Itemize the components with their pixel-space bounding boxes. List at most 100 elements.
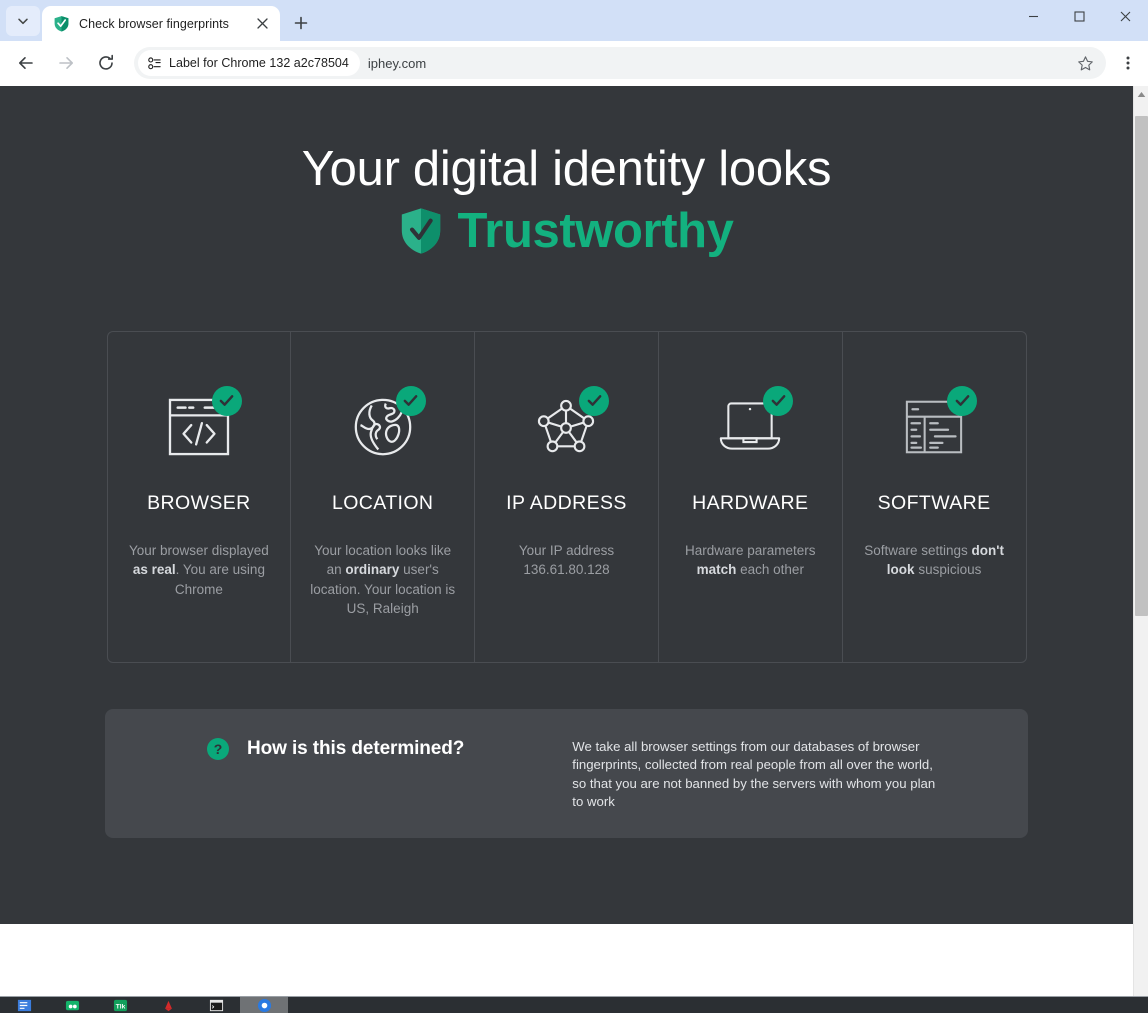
minimize-icon	[1028, 15, 1038, 17]
card-icon-wrap	[520, 385, 612, 464]
status-badge	[395, 385, 426, 416]
window-close-button[interactable]	[1102, 0, 1148, 32]
card-icon-wrap	[704, 385, 796, 464]
back-button[interactable]	[10, 47, 42, 79]
taskbar-item-tlk[interactable]: Tlk	[96, 997, 144, 1013]
svg-text:Tlk: Tlk	[115, 1003, 125, 1010]
page-bottom-area	[0, 924, 1133, 996]
maximize-button[interactable]	[1056, 0, 1102, 32]
tab-close-button[interactable]	[252, 14, 272, 34]
check-icon	[771, 395, 786, 407]
hero-verdict-row: Trustworthy	[0, 203, 1133, 259]
taskbar-item-chrome[interactable]	[240, 997, 288, 1013]
card-icon-wrap	[153, 385, 245, 464]
three-dots-vertical-icon	[1126, 56, 1130, 70]
info-panel-body: We take all browser settings from our da…	[572, 738, 936, 810]
hero-section: Your digital identity looks Trustworthy	[0, 86, 1133, 259]
status-badge	[763, 385, 794, 416]
profile-label-icon	[148, 56, 161, 69]
profile-label-chip[interactable]: Label for Chrome 132 a2c78504	[138, 50, 360, 76]
card-software: SOFTWARE Software settings don't look su…	[843, 332, 1026, 662]
scrollbar-thumb[interactable]	[1135, 116, 1148, 616]
system-taskbar: Tlk	[0, 997, 1148, 1013]
check-icon	[955, 395, 969, 407]
card-description: Software settings don't look suspicious	[855, 541, 1014, 580]
desc-part: suspicious	[914, 562, 982, 578]
browser-menu-button[interactable]	[1114, 47, 1142, 79]
how-determined-panel: ? How is this determined? We take all br…	[105, 708, 1028, 838]
taskbar-item-green-app[interactable]	[48, 997, 96, 1013]
browser-toolbar: Label for Chrome 132 a2c78504 iphey.com	[0, 41, 1148, 86]
address-bar[interactable]: Label for Chrome 132 a2c78504 iphey.com	[134, 47, 1106, 79]
question-mark-icon: ?	[207, 737, 229, 760]
verdict-text: Trustworthy	[457, 203, 734, 258]
desc-part-bold: match	[696, 562, 737, 578]
desc-part-bold: ordinary	[345, 562, 400, 578]
desc-part: Your browser displayed	[128, 542, 269, 558]
star-icon	[1077, 55, 1093, 70]
back-arrow-icon	[19, 57, 33, 69]
desc-part: Hardware parameters	[685, 542, 816, 558]
card-browser: BROWSER Your browser displayed as real. …	[108, 331, 292, 662]
tab-search-button[interactable]	[6, 6, 40, 36]
chrome-icon	[257, 998, 271, 1012]
close-icon	[1120, 11, 1130, 21]
card-description: Your IP address 136.61.80.128	[487, 541, 646, 580]
status-badge	[211, 385, 242, 416]
taskbar-item-terminal[interactable]	[192, 997, 240, 1013]
card-title: SOFTWARE	[877, 491, 991, 514]
notes-icon	[17, 999, 31, 1011]
reload-button[interactable]	[90, 47, 122, 79]
chevron-down-icon	[18, 18, 28, 25]
desc-part: Your IP address 136.61.80.128	[518, 542, 615, 578]
tab-title: Check browser fingerprints	[79, 16, 229, 31]
card-description: Your browser displayed as real. You are …	[120, 541, 279, 600]
taskbar-item-notes[interactable]	[0, 997, 48, 1013]
check-icon	[587, 395, 602, 407]
page-content: Your digital identity looks Trustworthy	[0, 86, 1133, 996]
screen: Check browser fingerprints Label for Chr…	[0, 0, 1148, 1013]
tab-check-browser-fingerprints[interactable]: Check browser fingerprints	[42, 6, 280, 41]
close-icon	[256, 18, 268, 29]
hero-headline: Your digital identity looks	[301, 142, 832, 196]
card-icon-wrap	[337, 385, 429, 464]
info-panel-title: How is this determined?	[247, 737, 465, 759]
status-badge	[579, 385, 610, 416]
desc-part: . You are using Chrome	[174, 562, 265, 597]
tlk-icon: Tlk	[113, 999, 127, 1011]
card-location: LOCATION Your location looks like an ord…	[291, 331, 476, 662]
reload-icon	[99, 54, 113, 70]
profile-label-text: Label for Chrome 132 a2c78504	[169, 56, 349, 70]
window-controls	[1010, 0, 1148, 32]
triangle-up-icon	[1137, 92, 1146, 97]
forward-arrow-icon	[59, 57, 73, 69]
forward-button[interactable]	[50, 47, 82, 79]
card-ip-address: IP ADDRESS Your IP address 136.61.80.128	[475, 331, 659, 662]
card-title: LOCATION	[331, 491, 434, 514]
scroll-up-button[interactable]	[1134, 86, 1148, 103]
minimize-button[interactable]	[1010, 0, 1056, 32]
red-marker-icon	[164, 1000, 172, 1011]
card-description: Hardware parameters match each other	[671, 541, 830, 580]
card-title: HARDWARE	[692, 491, 809, 514]
page-scrollbar[interactable]	[1133, 86, 1148, 996]
terminal-icon	[209, 999, 223, 1011]
card-title: IP ADDRESS	[506, 491, 627, 514]
desc-part: each other	[736, 562, 804, 578]
status-badge	[947, 385, 978, 416]
plus-icon	[294, 16, 308, 30]
desc-part-bold: as real	[132, 562, 176, 578]
maximize-icon	[1073, 10, 1085, 22]
shield-check-icon	[402, 208, 441, 254]
card-hardware: HARDWARE Hardware parameters match each …	[659, 331, 843, 662]
page-viewport: Your digital identity looks Trustworthy	[0, 86, 1148, 996]
status-cards: BROWSER Your browser displayed as real. …	[106, 330, 1027, 663]
bookmark-button[interactable]	[1070, 48, 1100, 78]
new-tab-button[interactable]	[286, 8, 316, 38]
taskbar-item-red-app[interactable]	[144, 997, 192, 1013]
green-app-icon	[65, 1000, 79, 1010]
card-description: Your location looks like an ordinary use…	[303, 541, 462, 619]
desc-part: Software settings	[864, 542, 972, 558]
browser-window: Check browser fingerprints Label for Chr…	[0, 0, 1148, 997]
url-text: iphey.com	[367, 55, 427, 71]
